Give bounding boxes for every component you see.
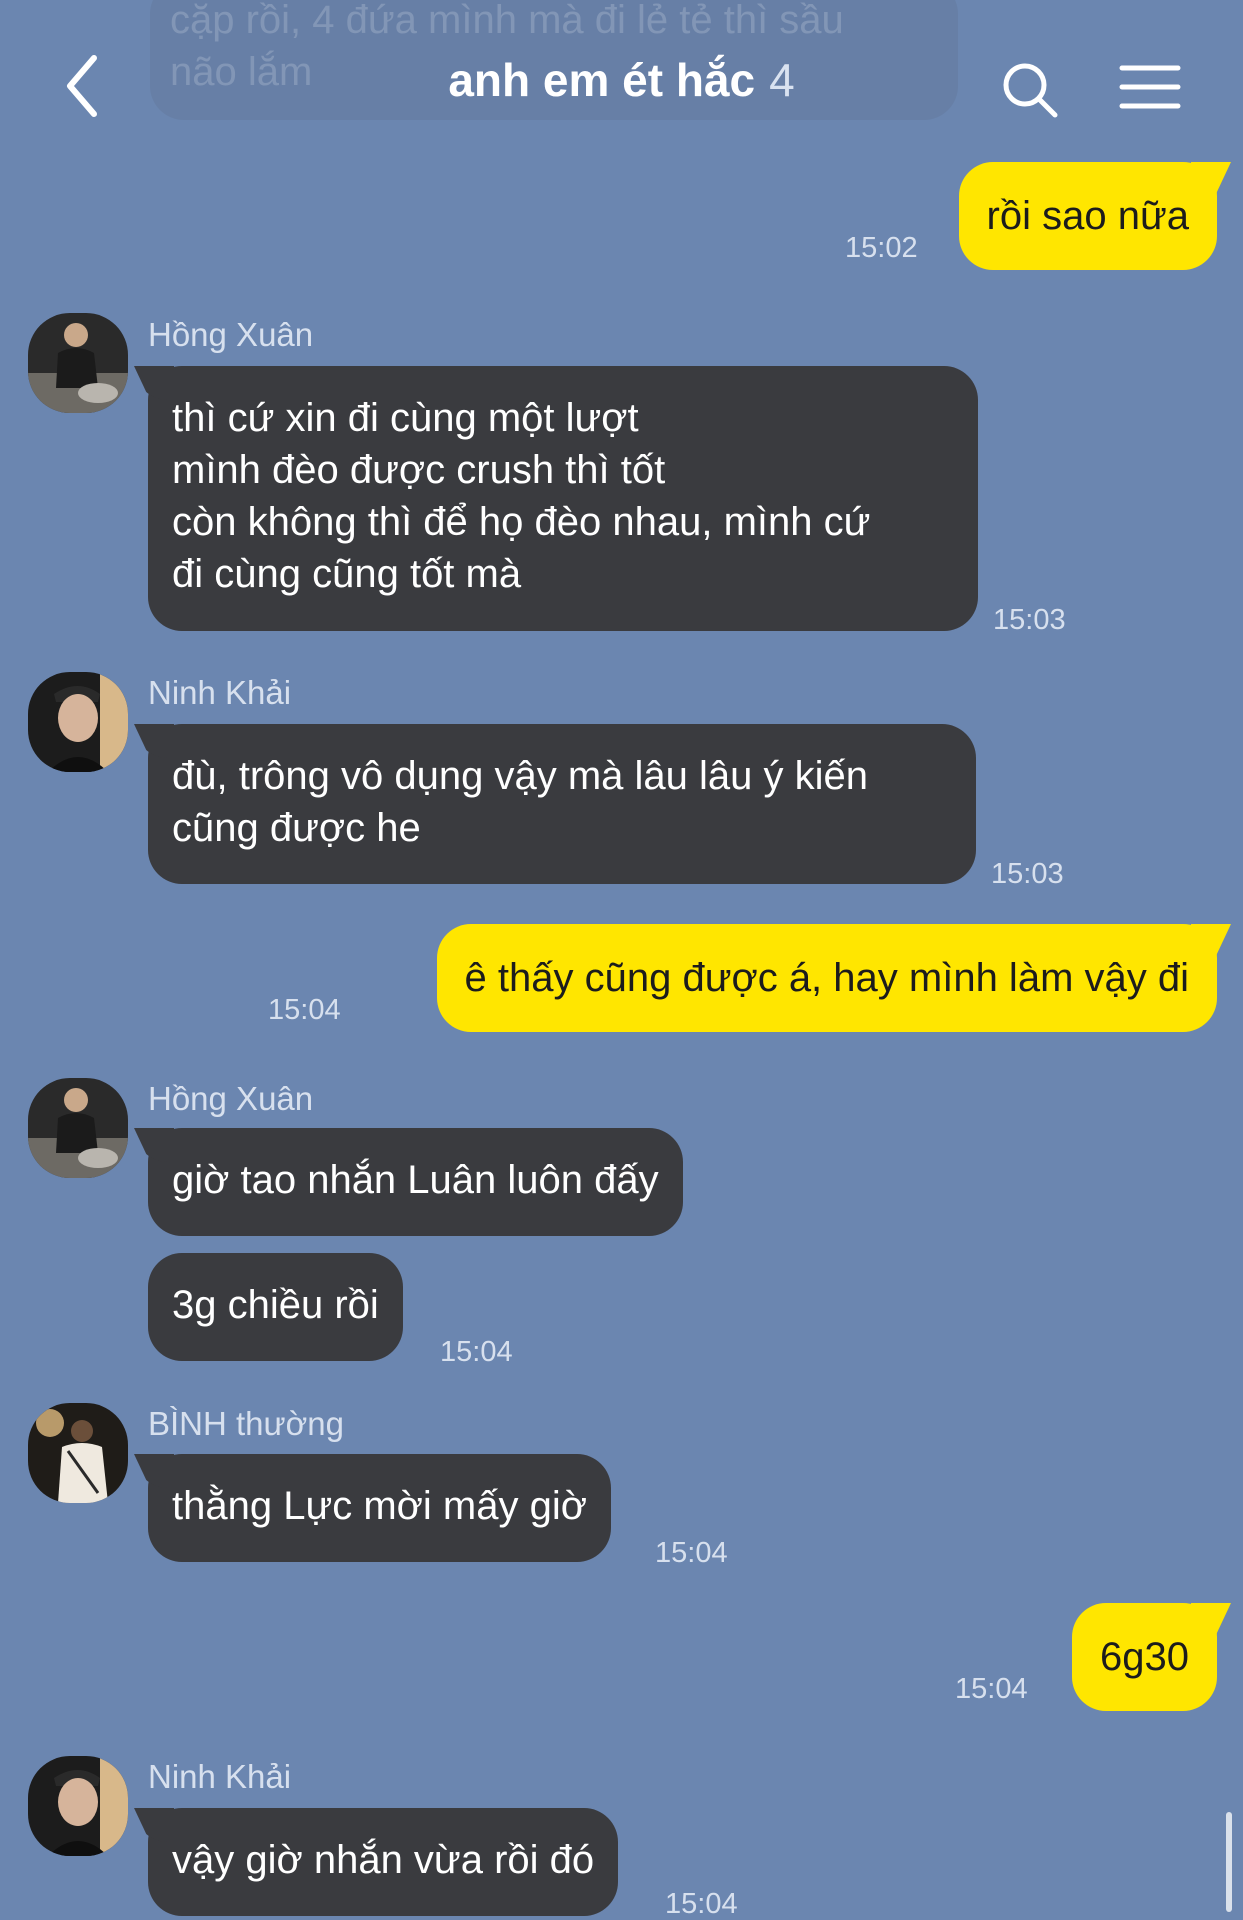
incoming-message-bubble[interactable]: 3g chiều rồi bbox=[148, 1253, 403, 1361]
incoming-message-bubble[interactable]: đù, trông vô dụng vậy mà lâu lâu ý kiến … bbox=[148, 724, 976, 884]
outgoing-message-bubble[interactable]: ê thấy cũng được á, hay mình làm vậy đi bbox=[436, 924, 1217, 1032]
message-time: 15:04 bbox=[440, 1336, 513, 1368]
incoming-message-bubble[interactable]: thằng Lực mời mấy giờ bbox=[148, 1454, 611, 1562]
message-time: 15:03 bbox=[991, 858, 1064, 890]
avatar-hong-xuan-icon[interactable] bbox=[28, 313, 128, 413]
message-time: 15:04 bbox=[955, 1673, 1028, 1705]
sender-name: Ninh Khải bbox=[148, 1758, 292, 1795]
outgoing-message-bubble[interactable]: 6g30 bbox=[1072, 1603, 1217, 1711]
message-time: 15:04 bbox=[665, 1888, 738, 1920]
outgoing-message-bubble[interactable]: rồi sao nữa bbox=[958, 162, 1217, 270]
incoming-message-bubble[interactable]: giờ tao nhắn Luân luôn đấy bbox=[148, 1128, 683, 1236]
incoming-message-bubble[interactable]: thì cứ xin đi cùng một lượt mình đèo đượ… bbox=[148, 366, 978, 631]
message-time: 15:04 bbox=[268, 994, 341, 1026]
sender-name: Hồng Xuân bbox=[148, 316, 314, 353]
avatar-hong-xuan-icon[interactable] bbox=[28, 1078, 128, 1178]
chat-title-text: anh em ét hắc bbox=[448, 54, 756, 106]
avatar-ninh-khai-icon[interactable] bbox=[28, 1756, 128, 1856]
message-time: 15:04 bbox=[655, 1537, 728, 1569]
incoming-message-bubble[interactable]: vậy giờ nhắn vừa rồi đó bbox=[148, 1808, 619, 1916]
chat-header: anh em ét hắc 4 bbox=[0, 40, 1243, 130]
sender-name: Hồng Xuân bbox=[148, 1080, 314, 1117]
avatar-binh-thuong-icon[interactable] bbox=[28, 1403, 128, 1503]
message-time: 15:02 bbox=[845, 232, 918, 264]
menu-icon[interactable] bbox=[1118, 62, 1182, 112]
sender-name: BÌNH thường bbox=[148, 1405, 344, 1442]
avatar-ninh-khai-icon[interactable] bbox=[28, 672, 128, 772]
message-time: 15:03 bbox=[993, 604, 1066, 636]
search-icon[interactable] bbox=[1000, 60, 1060, 120]
member-count: 4 bbox=[769, 54, 795, 106]
sender-name: Ninh Khải bbox=[148, 674, 292, 711]
scrollbar[interactable] bbox=[1226, 1812, 1232, 1912]
